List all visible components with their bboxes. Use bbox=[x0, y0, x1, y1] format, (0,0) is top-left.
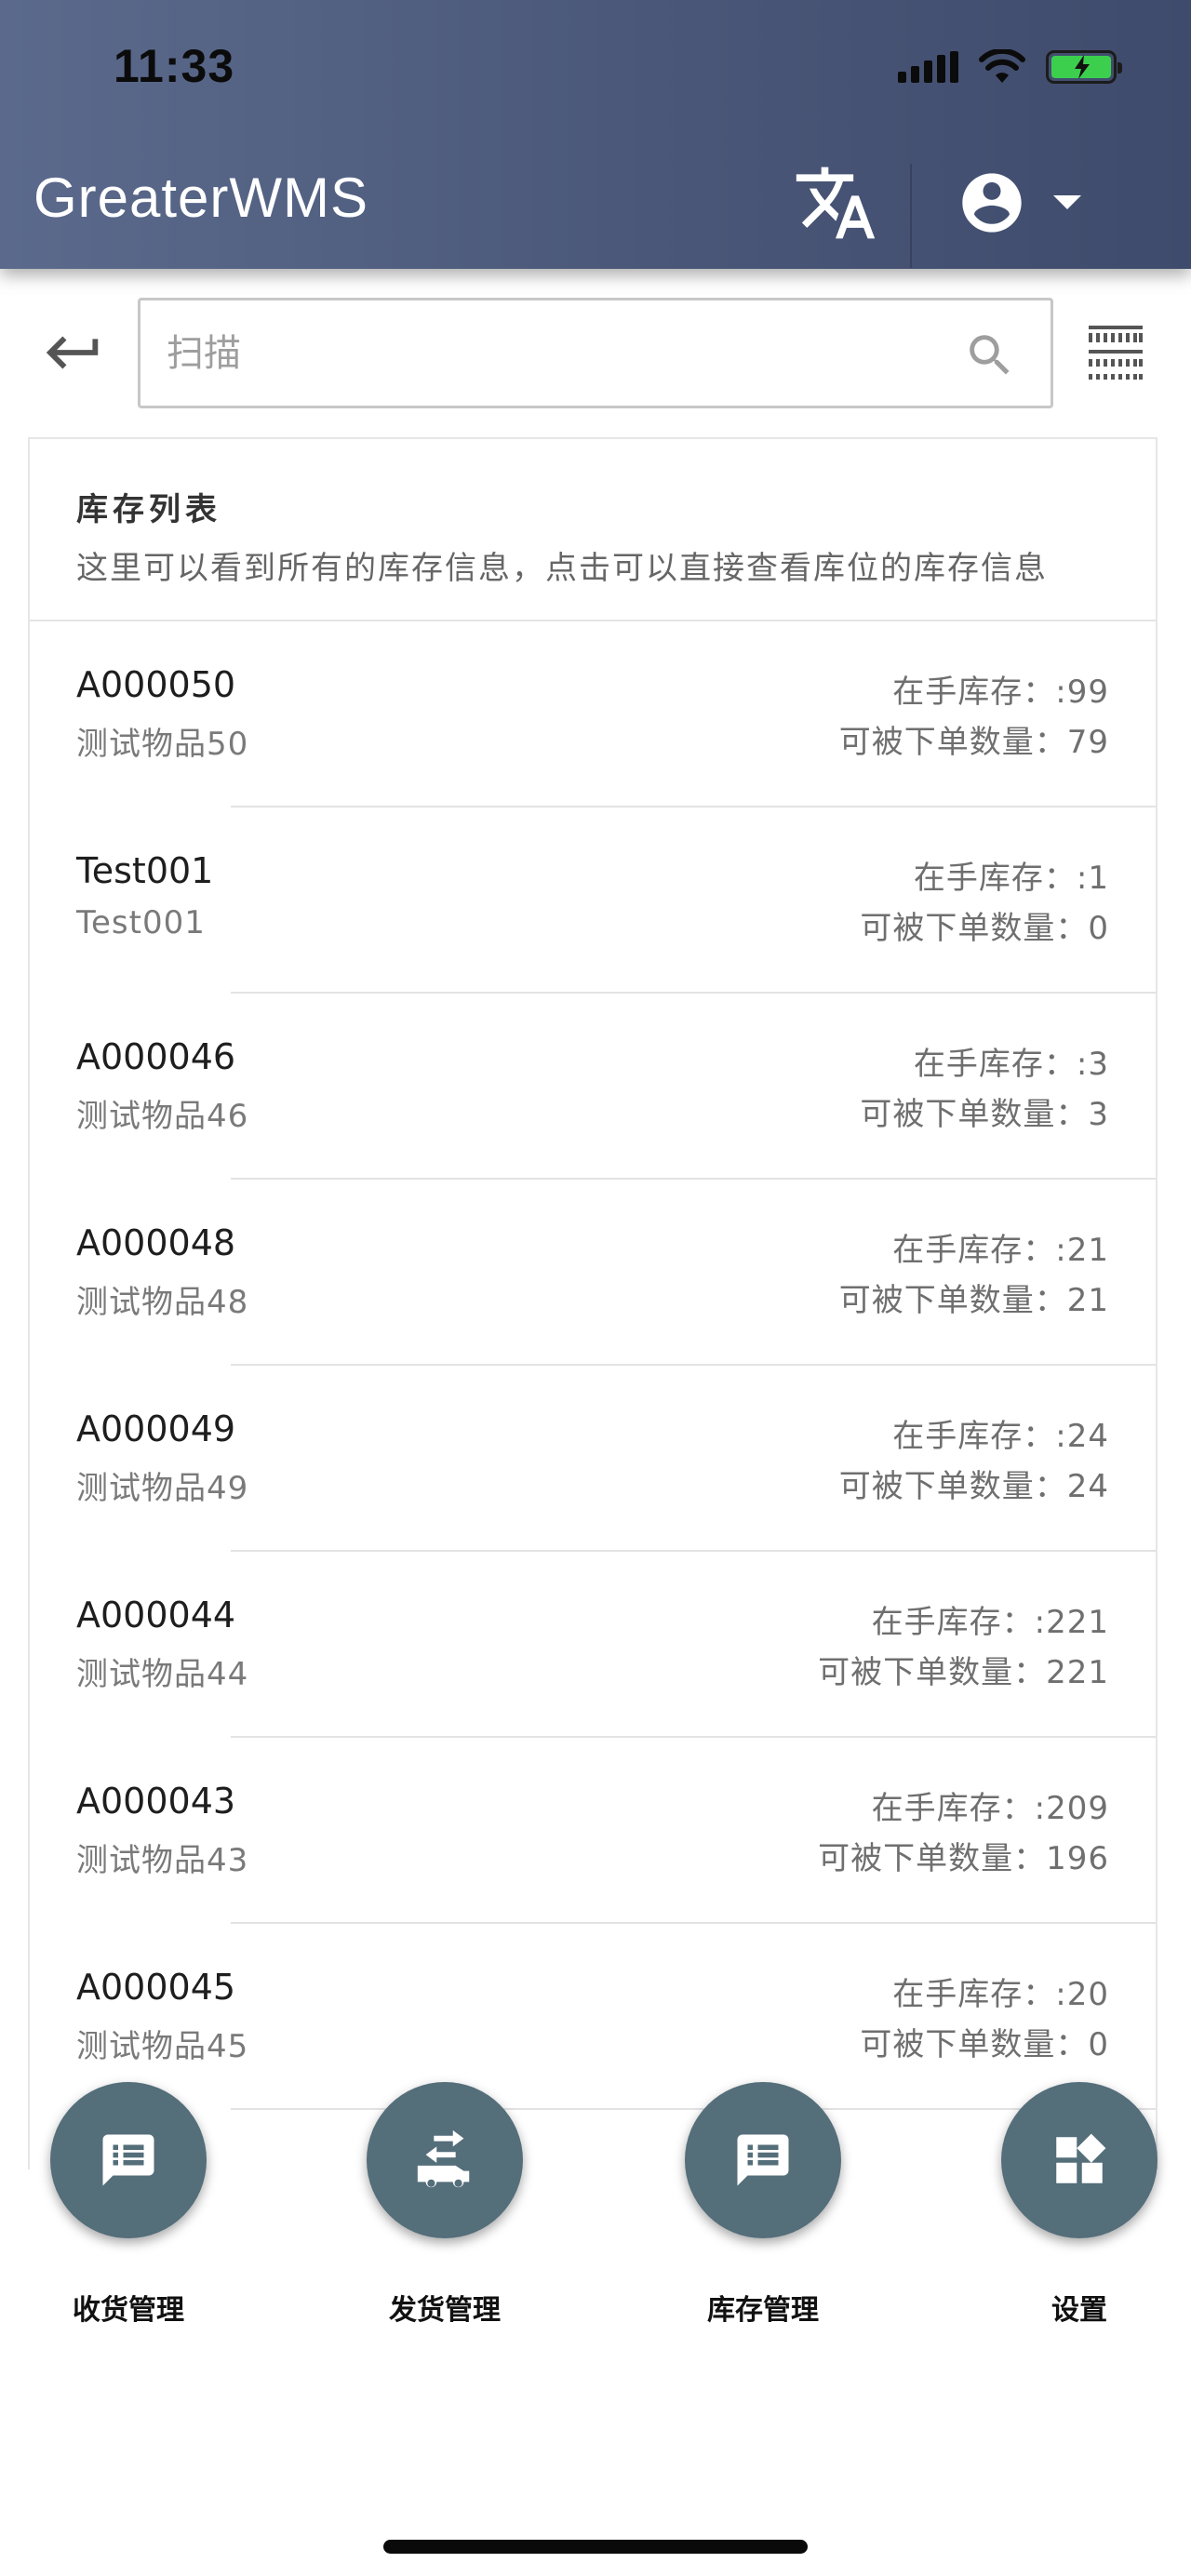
onhand-qty: 在手库存：:1 bbox=[913, 860, 1109, 897]
item-code: Test001 bbox=[76, 850, 214, 891]
message-list-icon bbox=[737, 2134, 789, 2186]
shipping-label[interactable]: 发货管理 bbox=[342, 2287, 547, 2328]
settings-fab[interactable] bbox=[1001, 2082, 1158, 2238]
card-title: 库存列表 bbox=[76, 491, 221, 528]
inventory-row[interactable]: A000043 测试物品43 在手库存：:209 可被下单数量：196 bbox=[30, 1738, 1156, 1924]
onhand-qty: 在手库存：:21 bbox=[892, 1232, 1109, 1269]
item-name: 测试物品49 bbox=[76, 1470, 249, 1507]
inventory-list-card: 库存列表 这里可以看到所有的库存信息，点击可以直接查看库位的库存信息 A0000… bbox=[28, 437, 1158, 2169]
item-name: 测试物品43 bbox=[76, 1842, 249, 1879]
item-name: 测试物品46 bbox=[76, 1098, 249, 1135]
header-divider bbox=[910, 164, 912, 268]
inventory-row[interactable]: A000045 测试物品45 在手库存：:20 可被下单数量：0 bbox=[30, 1924, 1156, 2110]
onhand-qty: 在手库存：:99 bbox=[892, 674, 1109, 711]
orderable-qty: 可被下单数量：0 bbox=[860, 910, 1109, 947]
settings-label[interactable]: 设置 bbox=[977, 2287, 1182, 2328]
search-input[interactable] bbox=[167, 319, 948, 388]
message-list-icon bbox=[102, 2134, 154, 2186]
item-name: Test001 bbox=[76, 904, 206, 941]
orderable-qty: 可被下单数量：196 bbox=[818, 1840, 1109, 1877]
inventory-row[interactable]: A000048 测试物品48 在手库存：:21 可被下单数量：21 bbox=[30, 1180, 1156, 1366]
item-name: 测试物品45 bbox=[76, 2028, 249, 2065]
orderable-qty: 可被下单数量：221 bbox=[818, 1654, 1109, 1691]
widgets-icon bbox=[1056, 2133, 1106, 2183]
app-title: GreaterWMS bbox=[33, 167, 369, 229]
home-indicator bbox=[383, 2540, 808, 2554]
card-subtitle: 这里可以看到所有的库存信息，点击可以直接查看库位的库存信息 bbox=[76, 550, 1048, 587]
status-icons bbox=[898, 47, 1122, 87]
receiving-label[interactable]: 收货管理 bbox=[26, 2287, 231, 2328]
item-name: 测试物品48 bbox=[76, 1284, 249, 1321]
translate-icon bbox=[796, 167, 876, 239]
item-code: A000044 bbox=[76, 1595, 236, 1635]
onhand-qty: 在手库存：:20 bbox=[892, 1976, 1109, 2013]
back-button[interactable] bbox=[41, 320, 106, 385]
barcode-scan-icon bbox=[1089, 326, 1143, 380]
caret-down-icon bbox=[1053, 195, 1081, 209]
orderable-qty: 可被下单数量：0 bbox=[860, 2026, 1109, 2063]
signal-icon bbox=[898, 51, 958, 83]
item-name: 测试物品50 bbox=[76, 726, 249, 763]
battery-icon bbox=[1046, 50, 1122, 84]
inventory-row[interactable]: A000046 测试物品46 在手库存：:3 可被下单数量：3 bbox=[30, 994, 1156, 1180]
scan-search-field[interactable] bbox=[138, 298, 1053, 408]
translate-button[interactable] bbox=[793, 160, 878, 246]
inventory-label[interactable]: 库存管理 bbox=[661, 2287, 865, 2328]
onhand-qty: 在手库存：:221 bbox=[871, 1604, 1109, 1641]
status-time: 11:33 bbox=[114, 40, 235, 92]
orderable-qty: 可被下单数量：24 bbox=[838, 1468, 1109, 1505]
truck-transfer-icon bbox=[417, 2129, 470, 2188]
shipping-fab[interactable] bbox=[367, 2082, 523, 2238]
item-name: 测试物品44 bbox=[76, 1656, 249, 1693]
keyboard-return-icon bbox=[46, 336, 99, 369]
card-header: 库存列表 这里可以看到所有的库存信息，点击可以直接查看库位的库存信息 bbox=[30, 439, 1156, 621]
barcode-scan-button[interactable] bbox=[1087, 324, 1144, 381]
app-header: 11:33 GreaterWMS bbox=[0, 0, 1191, 269]
receiving-fab[interactable] bbox=[50, 2082, 207, 2238]
inventory-fab[interactable] bbox=[685, 2082, 841, 2238]
account-menu-button[interactable] bbox=[957, 166, 1105, 240]
inventory-row[interactable]: A000044 测试物品44 在手库存：:221 可被下单数量：221 bbox=[30, 1552, 1156, 1738]
onhand-qty: 在手库存：:3 bbox=[913, 1046, 1109, 1083]
onhand-qty: 在手库存：:24 bbox=[892, 1418, 1109, 1455]
item-code: A000045 bbox=[76, 1967, 236, 2008]
orderable-qty: 可被下单数量：3 bbox=[860, 1096, 1109, 1133]
item-code: A000049 bbox=[76, 1408, 236, 1449]
item-code: A000048 bbox=[76, 1222, 236, 1263]
account-circle-icon bbox=[962, 173, 1022, 233]
onhand-qty: 在手库存：:209 bbox=[871, 1790, 1109, 1827]
item-code: A000043 bbox=[76, 1781, 236, 1822]
orderable-qty: 可被下单数量：21 bbox=[838, 1282, 1109, 1319]
inventory-row[interactable]: Test001 Test001 在手库存：:1 可被下单数量：0 bbox=[30, 808, 1156, 994]
inventory-row[interactable]: A000050 测试物品50 在手库存：:99 可被下单数量：79 bbox=[30, 621, 1156, 808]
item-code: A000050 bbox=[76, 664, 236, 705]
orderable-qty: 可被下单数量：79 bbox=[838, 724, 1109, 761]
search-icon[interactable] bbox=[963, 328, 1017, 382]
wifi-icon bbox=[979, 49, 1025, 83]
inventory-row[interactable]: A000049 测试物品49 在手库存：:24 可被下单数量：24 bbox=[30, 1366, 1156, 1552]
item-code: A000046 bbox=[76, 1036, 236, 1077]
